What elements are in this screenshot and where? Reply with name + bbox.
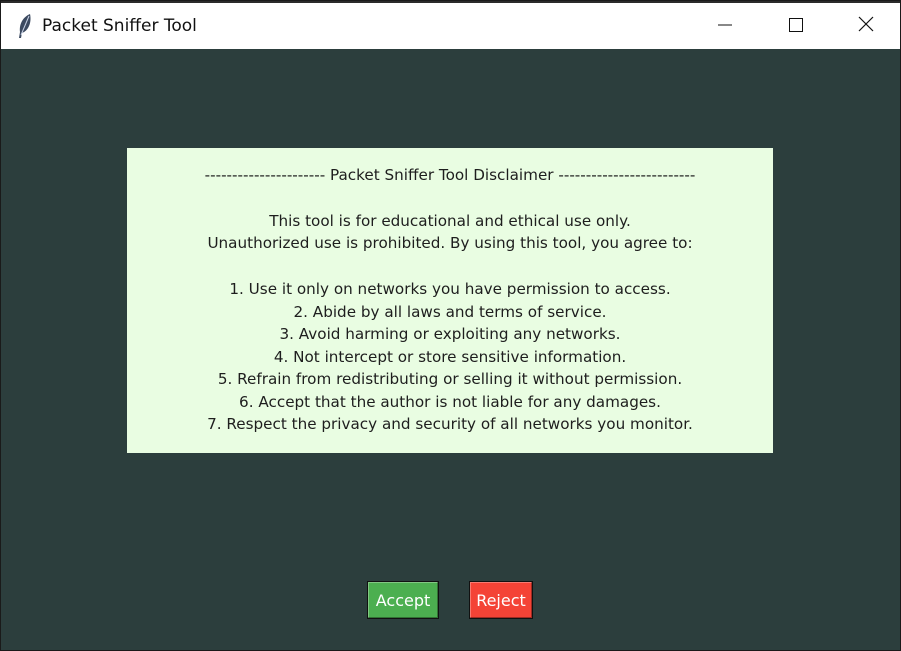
minimize-icon: [718, 17, 732, 36]
disclaimer-item: 6. Accept that the author is not liable …: [239, 393, 661, 411]
client-area: ---------------------- Packet Sniffer To…: [1, 49, 900, 650]
disclaimer-item: 5. Refrain from redistributing or sellin…: [217, 370, 683, 388]
close-icon: [858, 16, 874, 36]
disclaimer-item: 7. Respect the privacy and security of a…: [207, 415, 693, 433]
disclaimer-item: 2. Abide by all laws and terms of servic…: [293, 303, 607, 321]
minimize-button[interactable]: [693, 3, 757, 49]
maximize-button[interactable]: [764, 3, 828, 49]
window-title: Packet Sniffer Tool: [42, 16, 197, 36]
maximize-icon: [789, 17, 803, 36]
feather-icon: [15, 13, 35, 39]
disclaimer-item: 3. Avoid harming or exploiting any netwo…: [279, 325, 621, 343]
disclaimer-item: 4. Not intercept or store sensitive info…: [273, 348, 627, 366]
disclaimer-panel: ---------------------- Packet Sniffer To…: [127, 148, 773, 453]
close-button[interactable]: [834, 3, 898, 49]
accept-button[interactable]: Accept: [367, 581, 439, 619]
app-window: Packet Sniffer Tool --------------------…: [0, 0, 901, 651]
disclaimer-intro-line: Unauthorized use is prohibited. By using…: [207, 234, 693, 252]
disclaimer-item: 1. Use it only on networks you have perm…: [229, 280, 671, 298]
disclaimer-heading: ---------------------- Packet Sniffer To…: [204, 166, 696, 184]
disclaimer-intro-line: This tool is for educational and ethical…: [269, 212, 631, 230]
reject-button[interactable]: Reject: [469, 581, 533, 619]
title-bar[interactable]: Packet Sniffer Tool: [1, 1, 900, 49]
